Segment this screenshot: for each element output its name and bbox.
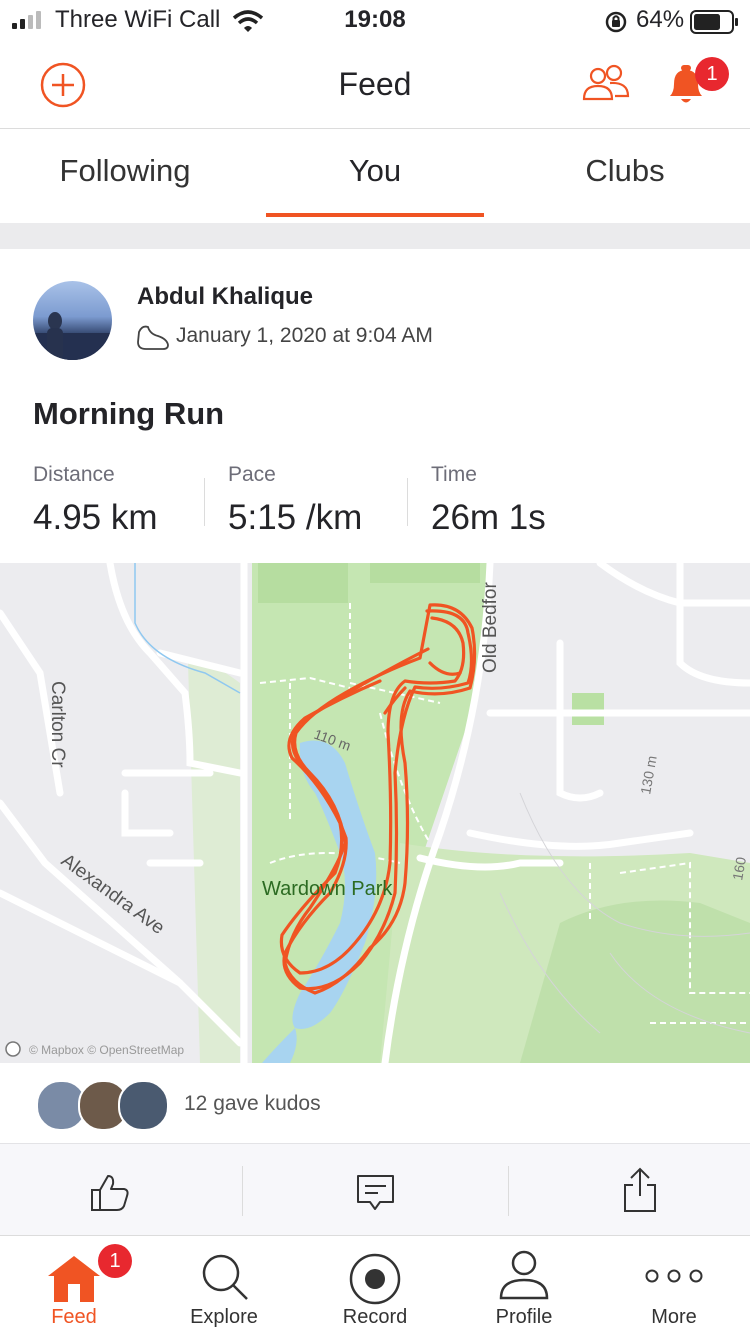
more-dots-icon[interactable] — [644, 1268, 704, 1284]
kudos-thumbs-up-button[interactable] — [88, 1170, 132, 1214]
action-divider — [242, 1166, 243, 1216]
street-label: Carlton Cr — [47, 681, 68, 768]
top-nav-bar: Feed 1 — [0, 42, 750, 129]
stat-pace-label: Pace — [228, 463, 276, 486]
stat-pace-value: 5:15 /km — [228, 498, 363, 537]
page-title: Feed — [338, 66, 412, 102]
stat-divider — [204, 478, 205, 526]
avatar-photo — [33, 312, 112, 360]
stat-distance-label: Distance — [33, 463, 115, 486]
kudos-avatar[interactable] — [118, 1080, 169, 1131]
stat-time-value: 26m 1s — [431, 498, 546, 537]
tab-record-label[interactable]: Record — [315, 1306, 435, 1329]
stat-divider — [407, 478, 408, 526]
action-divider — [508, 1166, 509, 1216]
map-canvas: Carlton Cr Alexandra Ave Old Bedfor Ward… — [0, 563, 750, 1063]
stat-time-label: Time — [431, 463, 477, 486]
route-map[interactable]: Carlton Cr Alexandra Ave Old Bedfor Ward… — [0, 563, 750, 1063]
share-button[interactable] — [622, 1166, 658, 1214]
athlete-name[interactable]: Abdul Khalique — [137, 283, 313, 311]
run-shoe-icon — [137, 325, 169, 350]
tab-following[interactable]: Following — [38, 153, 212, 189]
feed-tabs: Following You Clubs — [0, 129, 750, 217]
profile-icon[interactable] — [498, 1248, 550, 1300]
tab-feed-label[interactable]: Feed — [14, 1306, 134, 1329]
find-friends-icon[interactable] — [582, 64, 630, 104]
comment-button[interactable] — [356, 1174, 396, 1214]
map-info-icon[interactable] — [5, 1041, 21, 1057]
explore-search-icon[interactable] — [200, 1252, 250, 1302]
tab-you[interactable]: You — [300, 153, 450, 189]
stat-distance-value: 4.95 km — [33, 498, 158, 537]
park-label: Wardown Park — [262, 878, 393, 900]
map-attribution: © Mapbox © OpenStreetMap — [29, 1043, 184, 1057]
record-icon[interactable] — [348, 1252, 402, 1306]
tab-more-label[interactable]: More — [614, 1306, 734, 1329]
notification-badge: 1 — [695, 57, 729, 91]
battery-icon — [690, 10, 738, 34]
kudos-count[interactable]: 12 gave kudos — [184, 1092, 321, 1116]
section-separator — [0, 217, 750, 249]
athlete-avatar[interactable] — [33, 281, 112, 360]
feed-badge: 1 — [98, 1244, 132, 1278]
tab-profile-label[interactable]: Profile — [464, 1306, 584, 1329]
orientation-lock-icon — [605, 11, 627, 33]
street-label: Old Bedfor — [480, 582, 501, 673]
activity-date: January 1, 2020 at 9:04 AM — [176, 324, 433, 347]
battery-percent: 64% — [636, 6, 685, 33]
activity-actions — [0, 1143, 750, 1236]
activity-title[interactable]: Morning Run — [33, 396, 224, 432]
tab-clubs[interactable]: Clubs — [550, 153, 700, 189]
home-feed-icon[interactable] — [46, 1254, 102, 1302]
status-bar: Three WiFi Call 19:08 64% — [0, 0, 750, 42]
tab-explore-label[interactable]: Explore — [164, 1306, 284, 1329]
